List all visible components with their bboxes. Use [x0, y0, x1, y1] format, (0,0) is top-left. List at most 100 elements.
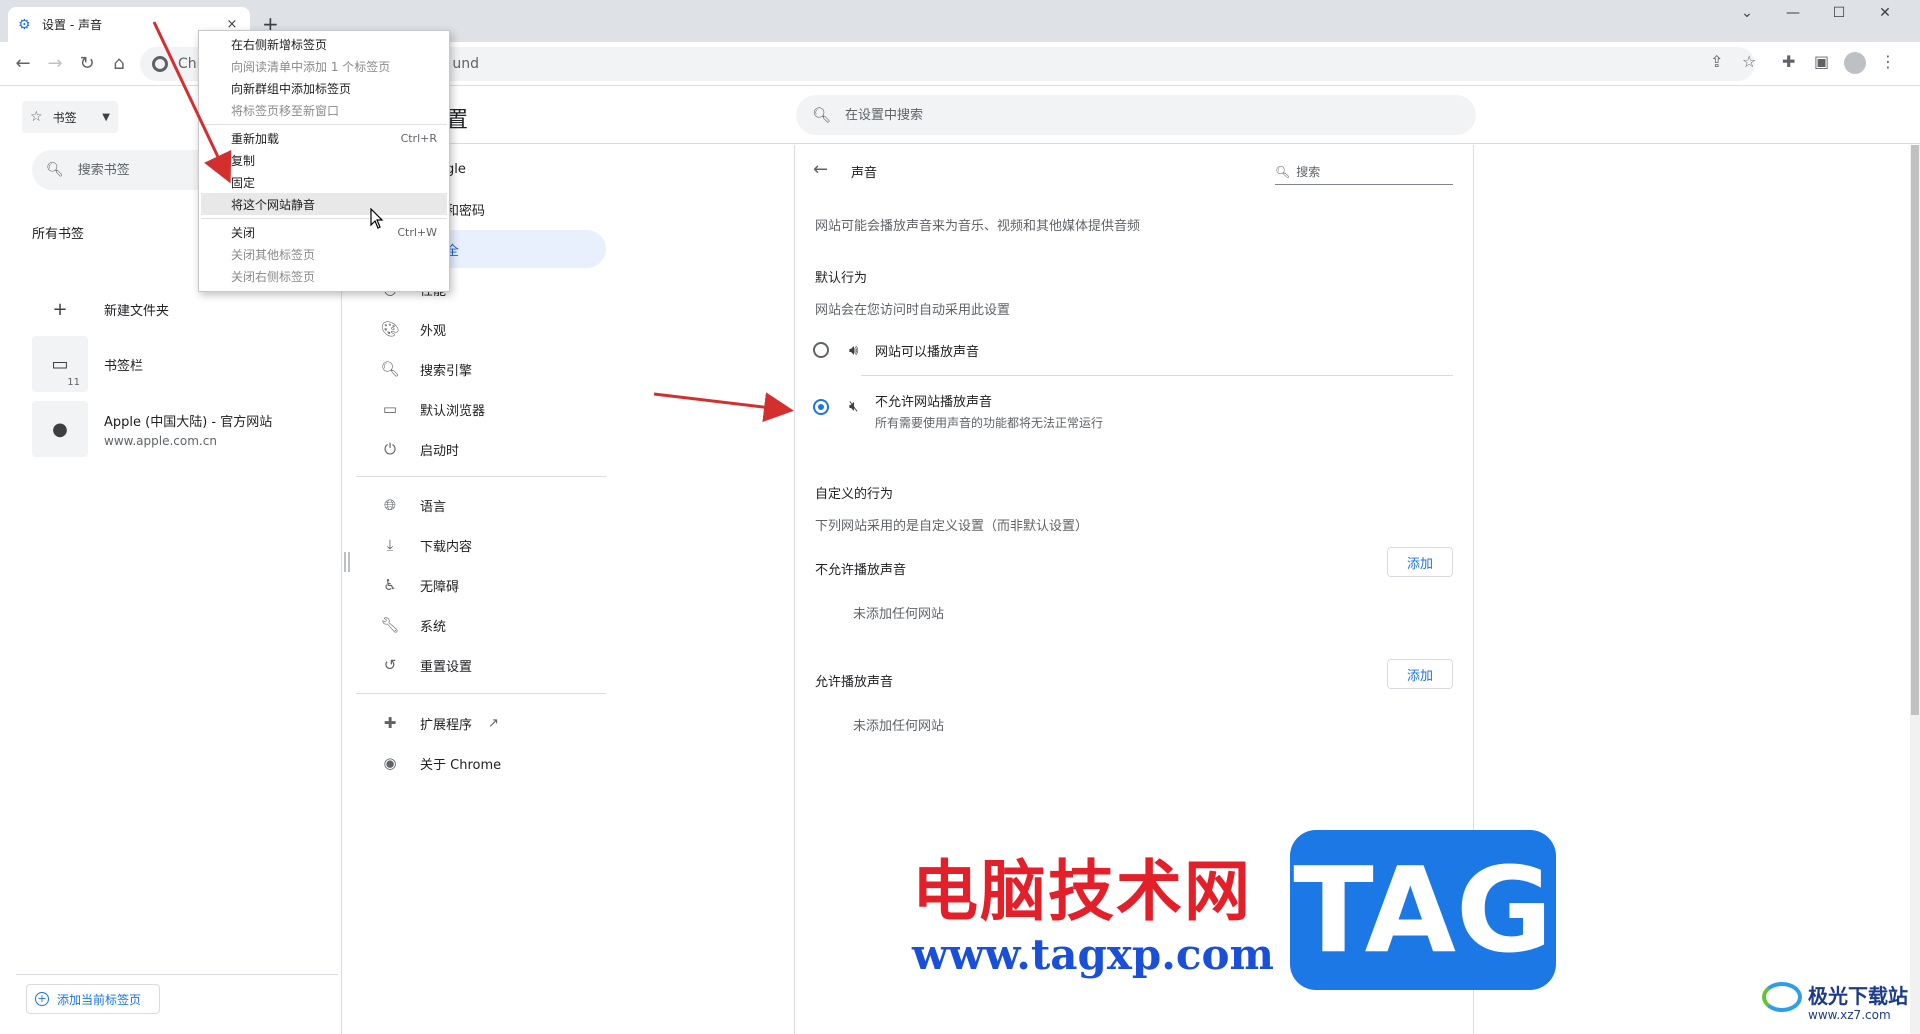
watermark-brand2: 极光下载站 www.xz7.com: [1762, 980, 1912, 1030]
menu-item-label: 将这个网站静音: [231, 197, 316, 212]
extensions-icon[interactable]: ✚: [1782, 52, 1795, 71]
menu-item-label: 向阅读清单中添加 1 个标签页: [231, 59, 391, 74]
nav-divider: [356, 476, 606, 477]
menu-item-mute-site[interactable]: 将这个网站静音: [201, 193, 447, 215]
search-icon: 🔍︎: [812, 106, 832, 124]
nav-item-default-browser[interactable]: ▭ 默认浏览器: [356, 390, 606, 428]
reload-icon[interactable]: ↻: [74, 51, 100, 77]
bookmarks-dropdown-label: 书签: [52, 110, 77, 125]
list-item-label: 书签栏: [104, 358, 144, 374]
nav-divider: [356, 693, 606, 694]
menu-item-close-right[interactable]: 关闭右侧标签页: [201, 265, 447, 287]
nav-label: 重置设置: [420, 659, 473, 675]
radio-button-block[interactable]: [813, 399, 829, 415]
add-blocked-site-button[interactable]: 添加: [1387, 547, 1453, 577]
volume-icon: 🔊︎: [849, 341, 859, 359]
menu-item-duplicate[interactable]: 复制: [201, 149, 447, 171]
nav-label: 外观: [420, 323, 447, 339]
brand2-name: 极光下载站: [1808, 984, 1908, 1008]
allow-list-title: 允许播放声音: [815, 675, 894, 690]
list-item-label: 新建文件夹: [104, 303, 170, 319]
block-list-title: 不允许播放声音: [815, 563, 907, 578]
menu-item-add-reading-list[interactable]: 向阅读清单中添加 1 个标签页: [201, 55, 447, 77]
nav-label: 下载内容: [420, 539, 473, 555]
brand2-logo-icon: [1762, 982, 1802, 1012]
settings-search-box[interactable]: 🔍︎: [796, 95, 1476, 135]
nav-item-accessibility[interactable]: ♿︎ 无障碍: [356, 566, 606, 604]
bookmark-url: www.apple.com.cn: [104, 433, 217, 448]
minimize-button[interactable]: —: [1770, 5, 1816, 21]
menu-item-add-to-group[interactable]: 向新群组中添加标签页: [201, 77, 447, 99]
nav-label: 搜索引擎: [420, 363, 473, 379]
option-block-desc: 所有需要使用声音的功能都将无法正常运行: [875, 416, 1104, 430]
menu-item-label: 在右侧新增标签页: [231, 37, 328, 52]
bookmark-star-icon[interactable]: ☆: [1742, 52, 1756, 71]
menu-kebab-icon[interactable]: ⋮: [1880, 52, 1896, 71]
side-panel-icon[interactable]: ▣: [1814, 52, 1829, 71]
custom-behavior-desc: 下列网站采用的是自定义设置（而非默认设置）: [815, 519, 1089, 534]
shortcut-label: Ctrl+R: [400, 131, 437, 145]
accessibility-icon: ♿︎: [383, 576, 397, 594]
radio-block-sound[interactable]: 🔇︎ 不允许网站播放声音 所有需要使用声音的功能都将无法正常运行: [813, 391, 1453, 431]
add-allowed-site-button[interactable]: 添加: [1387, 659, 1453, 689]
nav-item-extensions[interactable]: ✚ 扩展程序 ↗: [356, 704, 606, 742]
scrollbar[interactable]: [1910, 145, 1920, 1034]
browser-icon: ▭: [382, 400, 398, 418]
nav-item-appearance[interactable]: 🎨︎ 外观: [356, 310, 606, 348]
subpage-search[interactable]: 🔍︎: [1275, 159, 1453, 185]
menu-item-label: 将标签页移至新窗口: [231, 103, 340, 118]
watermark-site-name: 电脑技术网: [912, 853, 1252, 930]
watermark-site-url: www.tagxp.com: [912, 930, 1274, 979]
nav-item-on-startup[interactable]: ⏻ 启动时: [356, 430, 606, 468]
search-icon: 🔍︎: [46, 162, 64, 178]
nav-item-languages[interactable]: 🌐︎ 语言: [356, 486, 606, 524]
power-icon: ⏻: [384, 440, 396, 458]
side-panel-resize-handle[interactable]: [344, 552, 350, 572]
menu-item-label: 固定: [231, 175, 256, 190]
folder-count: 11: [67, 377, 80, 388]
tab-context-menu: 在右侧新增标签页 向阅读清单中添加 1 个标签页 向新群组中添加标签页 将标签页…: [198, 30, 450, 292]
option-allow-label: 网站可以播放声音: [875, 345, 980, 360]
subpage-search-input[interactable]: [1296, 164, 1447, 179]
tab-search-button[interactable]: ⌄: [1724, 5, 1770, 21]
bookmark-bar-folder[interactable]: ▭ 11 书签栏: [32, 336, 332, 392]
forward-icon[interactable]: →: [42, 51, 68, 77]
open-external-icon: ↗: [488, 715, 499, 731]
home-icon[interactable]: ⌂: [106, 51, 132, 77]
nav-item-search-engine[interactable]: 🔍︎ 搜索引擎: [356, 350, 606, 388]
bookmark-apple[interactable]: ● Apple (中国大陆) - 官方网站 www.apple.com.cn: [32, 401, 332, 457]
menu-item-new-tab-right[interactable]: 在右侧新增标签页: [201, 33, 447, 55]
back-icon[interactable]: ←: [10, 51, 36, 77]
radio-button-allow[interactable]: [813, 342, 829, 358]
settings-search-input[interactable]: [845, 107, 1446, 123]
nav-item-reset[interactable]: ↺ 重置设置: [356, 646, 606, 684]
menu-item-reload[interactable]: 重新加载 Ctrl+R: [201, 127, 447, 149]
bookmarks-dropdown[interactable]: ☆ 书签 ▼: [22, 101, 118, 133]
nav-item-system[interactable]: 🔧︎ 系统: [356, 606, 606, 644]
watermark-tag-logo: TAG: [1290, 830, 1556, 990]
menu-item-pin[interactable]: 固定: [201, 171, 447, 193]
divider: [861, 375, 1453, 376]
plus-icon: +: [52, 298, 68, 320]
menu-item-label: 关闭其他标签页: [231, 247, 316, 262]
settings-header: 置 🔍︎: [356, 86, 1920, 144]
profile-avatar[interactable]: [1844, 52, 1866, 78]
brand2-url: www.xz7.com: [1808, 1008, 1891, 1022]
chrome-site-icon: [152, 56, 168, 72]
maximize-button[interactable]: ☐: [1816, 5, 1862, 21]
menu-item-label: 重新加载: [231, 131, 280, 146]
menu-separator: [201, 124, 447, 125]
sound-description: 网站可能会播放声音来为音乐、视频和其他媒体提供音频: [815, 219, 1141, 234]
menu-item-close[interactable]: 关闭 Ctrl+W: [201, 221, 447, 243]
menu-item-close-others[interactable]: 关闭其他标签页: [201, 243, 447, 265]
add-current-tab-button[interactable]: + 添加当前标签页: [26, 984, 160, 1014]
share-icon[interactable]: ⇪: [1710, 52, 1723, 71]
nav-item-downloads[interactable]: ⤓ 下载内容: [356, 526, 606, 564]
radio-allow-sound[interactable]: 🔊︎ 网站可以播放声音: [813, 341, 1453, 360]
folder-icon: ▭ 11: [32, 336, 88, 392]
window-close-button[interactable]: ✕: [1862, 5, 1908, 21]
nav-item-about-chrome[interactable]: ◉ 关于 Chrome: [356, 744, 606, 782]
back-arrow-icon[interactable]: ←: [813, 159, 828, 180]
scrollbar-thumb[interactable]: [1911, 145, 1919, 715]
menu-item-move-to-window[interactable]: 将标签页移至新窗口: [201, 99, 447, 121]
